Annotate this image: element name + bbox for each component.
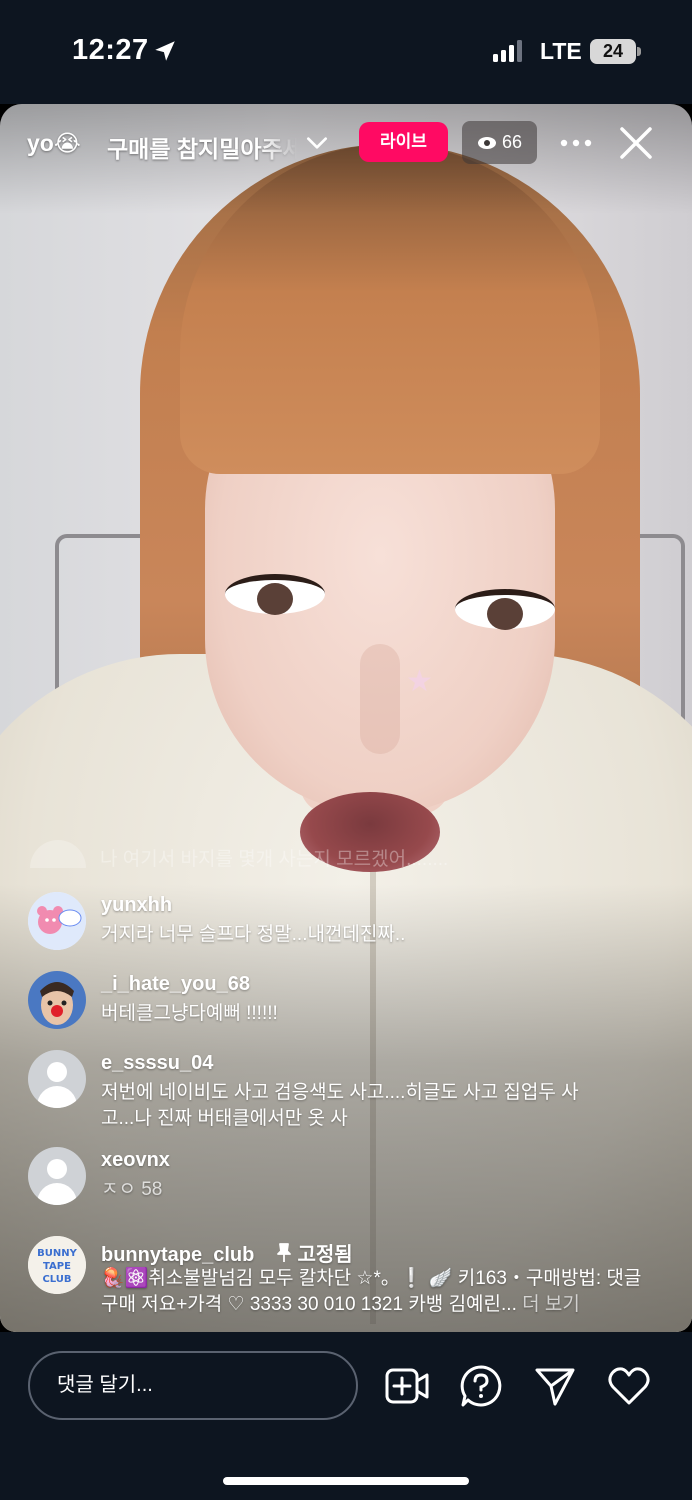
comment-username[interactable]: xeovnx <box>101 1149 170 1172</box>
home-indicator[interactable] <box>223 1477 469 1485</box>
close-icon[interactable] <box>617 124 655 162</box>
logo-text-2: TAPE <box>43 1261 71 1272</box>
comment-username-row: bunnytape_club 고정됨 <box>101 1238 353 1267</box>
logo-text-1: BUNNY <box>37 1248 77 1259</box>
logo-text-3: CLUB <box>42 1274 71 1285</box>
battery-indicator: 24 <box>590 39 636 64</box>
live-badge: 라이브 <box>359 122 448 162</box>
comment-text: ㅈㅇ 58 <box>101 1179 163 1200</box>
video-subject-eye <box>455 589 555 630</box>
host-username[interactable]: yo😭 <box>27 130 81 157</box>
stream-title[interactable]: 구매를 참지밀아주세요 <box>107 130 297 164</box>
bunnytape-logo-avatar[interactable]: BUNNY TAPE CLUB <box>28 1236 86 1294</box>
comment-username[interactable]: bunnytape_club <box>101 1244 254 1266</box>
avatar-head <box>47 1159 67 1179</box>
video-subject-eye <box>225 574 325 615</box>
add-video-icon[interactable] <box>385 1364 429 1408</box>
comment-text-wrap: 🪼⚛️취소불발넘김 모두 칼차단 ☆*。❕ 🪽 키163・구매방법: 댓글 구매… <box>101 1266 661 1318</box>
see-more-link[interactable]: 더 보기 <box>522 1294 580 1315</box>
avatar-body <box>37 1086 77 1108</box>
faded-comment: 나 여기서 바지를 몇개 사는지 모르겠어........ <box>100 849 449 870</box>
comment-text: 버테클그냥다예뻐 !!!!!! <box>101 1003 278 1024</box>
pin-icon <box>277 1243 291 1262</box>
comment-text: 저번에 네이비도 사고 검응색도 사고....히글도 사고 집업두 사고...나… <box>101 1082 579 1129</box>
face-star-sticker: ★ <box>406 665 433 698</box>
comment-text: 거지라 너무 슬프다 정말...내껀데진짜.. <box>101 924 406 945</box>
chevron-down-icon[interactable] <box>304 130 330 156</box>
avatar-body <box>37 1183 77 1205</box>
comment-username[interactable]: yunxhh <box>101 894 172 917</box>
faded-avatar <box>30 840 86 868</box>
status-time: 12:27 <box>72 34 149 66</box>
more-horizontal-icon[interactable] <box>558 128 594 158</box>
comment-feed[interactable]: 나 여기서 바지를 몇개 사는지 모르겠어........ yunxhh 거지라… <box>0 836 692 1326</box>
heart-icon[interactable] <box>607 1364 651 1408</box>
clown-photo-avatar[interactable] <box>28 971 86 1029</box>
viewer-count-badge[interactable]: 66 <box>462 121 537 164</box>
comment-input[interactable] <box>28 1351 358 1420</box>
avatar-head <box>47 1062 67 1082</box>
status-bar: 12:27 LTE 24 <box>0 0 692 104</box>
cellular-signal-icon <box>493 40 522 62</box>
top-gradient <box>0 104 692 214</box>
comment-username[interactable]: e_ssssu_04 <box>101 1052 213 1075</box>
question-icon[interactable] <box>459 1364 503 1408</box>
default-avatar[interactable] <box>28 1050 86 1108</box>
location-arrow-icon <box>155 41 175 61</box>
network-label: LTE <box>540 38 582 64</box>
bear-sticker-avatar[interactable] <box>28 892 86 950</box>
battery-tip <box>637 47 641 56</box>
comment-username[interactable]: _i_hate_you_68 <box>101 973 250 996</box>
pinned-label: 고정됨 <box>276 1243 353 1266</box>
paper-plane-icon[interactable] <box>533 1364 577 1408</box>
default-avatar[interactable] <box>28 1147 86 1205</box>
video-subject-nose <box>360 644 400 754</box>
eye-icon <box>477 136 496 149</box>
pinned-text: 고정됨 <box>297 1244 353 1266</box>
viewer-count: 66 <box>501 132 523 152</box>
